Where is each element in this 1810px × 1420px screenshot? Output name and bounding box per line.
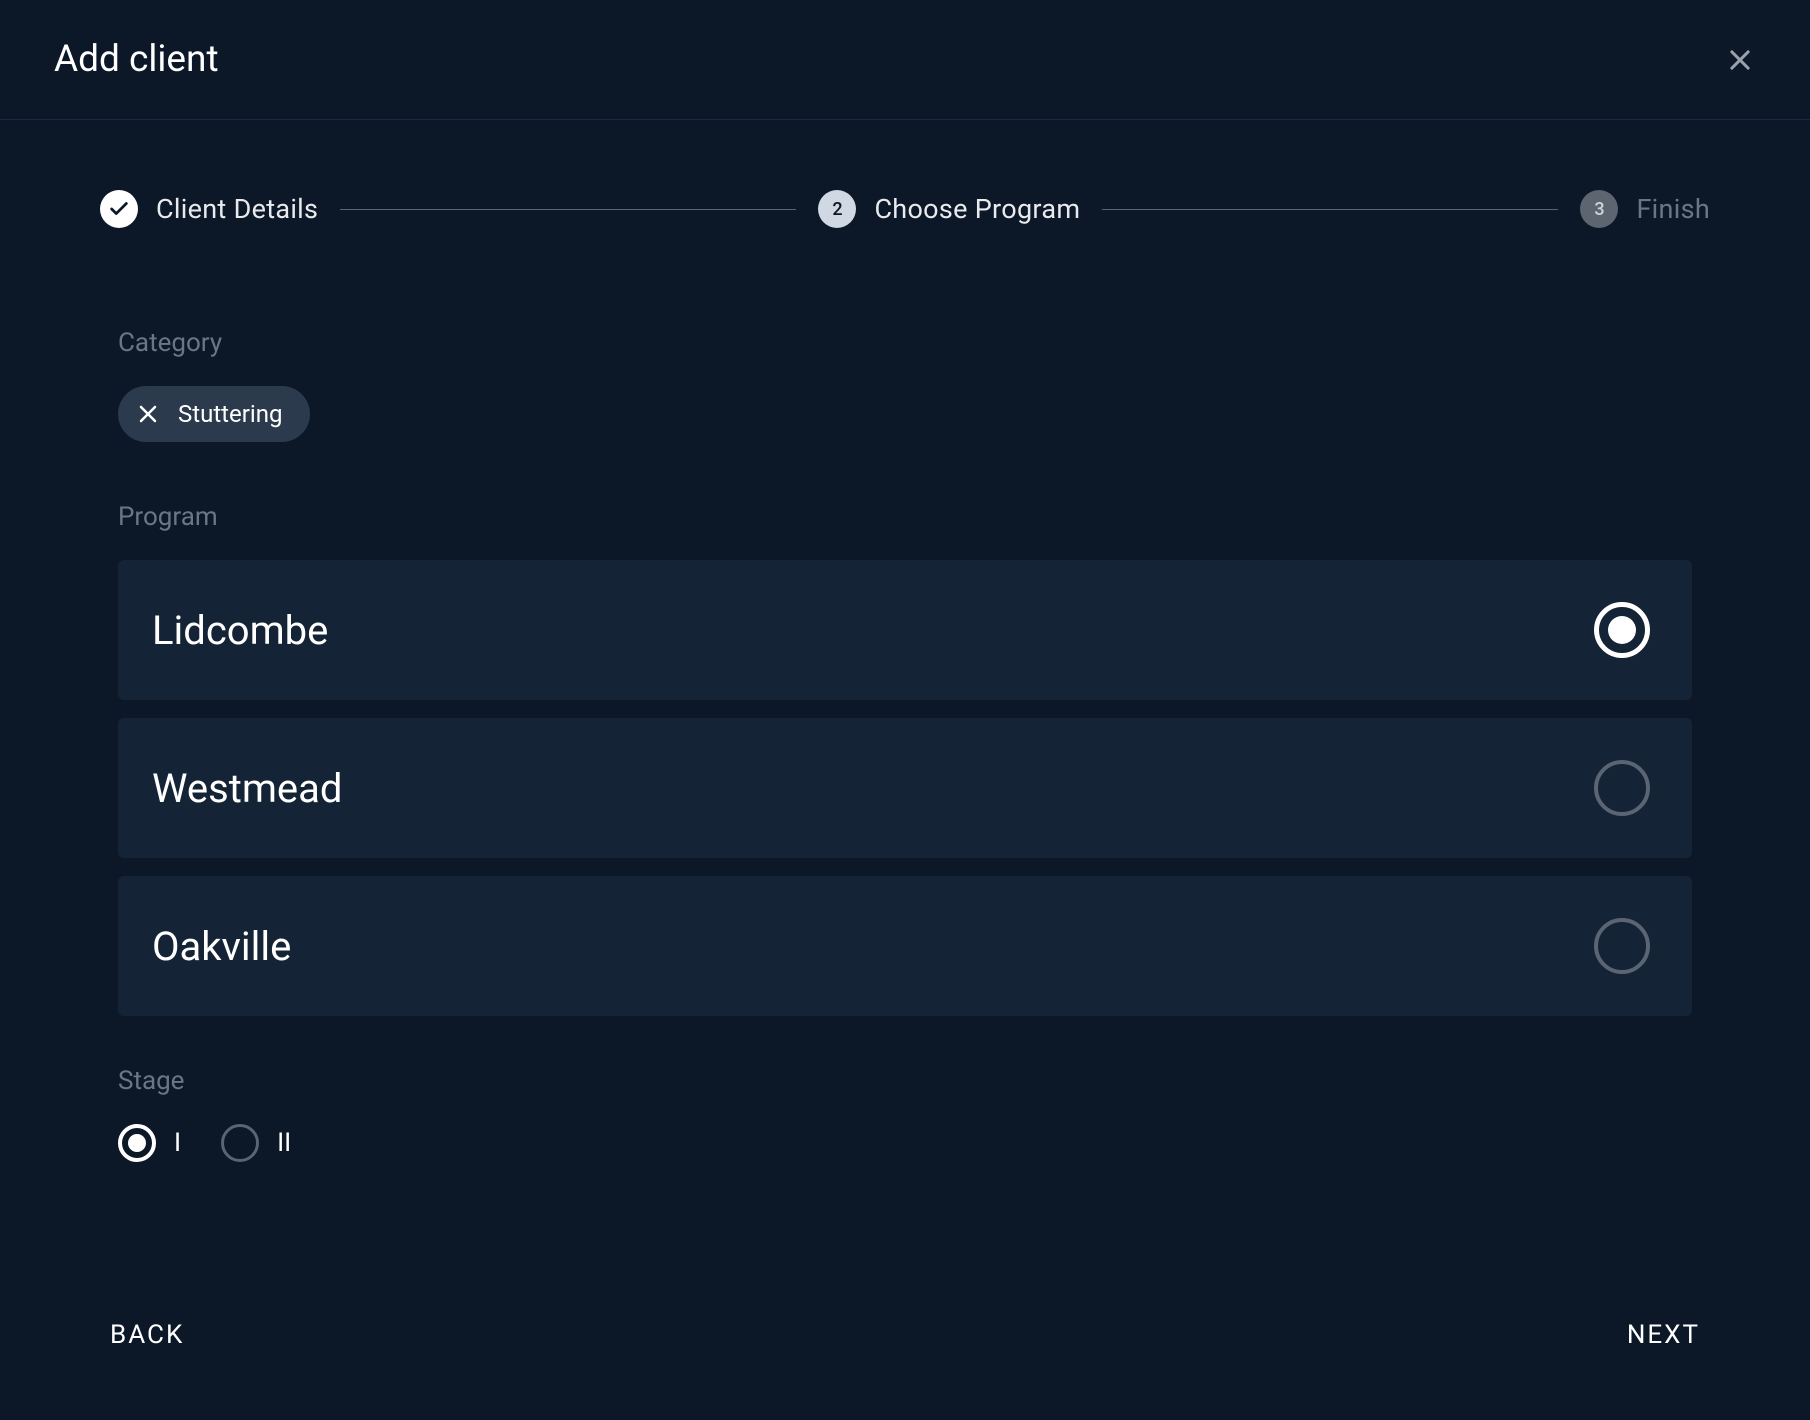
stage-option-two[interactable]: II <box>221 1124 291 1162</box>
close-button[interactable] <box>1720 40 1760 80</box>
radio-unselected-icon <box>1594 760 1650 816</box>
modal-footer: BACK NEXT <box>0 1280 1810 1420</box>
radio-selected-icon <box>118 1124 156 1162</box>
step-label: Finish <box>1636 193 1710 225</box>
add-client-modal: Add client Client Details 2 Choose Progr… <box>0 0 1810 1420</box>
step-connector <box>1102 209 1558 210</box>
chip-remove-button[interactable] <box>136 402 160 426</box>
step-label: Choose Program <box>874 193 1080 225</box>
program-option-oakville[interactable]: Oakville <box>118 876 1692 1016</box>
close-icon <box>136 402 160 426</box>
category-chip[interactable]: Stuttering <box>118 386 310 442</box>
modal-body: Client Details 2 Choose Program 3 Finish… <box>0 120 1810 1280</box>
program-name: Lidcombe <box>152 607 328 654</box>
step-circle-pending: 3 <box>1580 190 1618 228</box>
close-icon <box>1726 46 1754 74</box>
step-label: Client Details <box>156 193 318 225</box>
chip-label: Stuttering <box>178 400 282 428</box>
program-name: Westmead <box>152 765 342 812</box>
check-icon <box>108 198 130 220</box>
radio-unselected-icon <box>221 1124 259 1162</box>
program-option-lidcombe[interactable]: Lidcombe <box>118 560 1692 700</box>
radio-selected-icon <box>1594 602 1650 658</box>
step-connector <box>340 209 796 210</box>
stage-label: Stage <box>118 1066 1692 1096</box>
program-label: Program <box>118 502 1692 532</box>
step-finish[interactable]: 3 Finish <box>1580 190 1710 228</box>
stage-section: Stage I II <box>118 1066 1692 1162</box>
program-list: Lidcombe Westmead Oakville <box>118 560 1692 1016</box>
category-label: Category <box>118 328 1692 358</box>
step-choose-program[interactable]: 2 Choose Program <box>818 190 1080 228</box>
stage-text: I <box>174 1128 181 1158</box>
program-name: Oakville <box>152 923 291 970</box>
modal-header: Add client <box>0 0 1810 120</box>
radio-unselected-icon <box>1594 918 1650 974</box>
stage-text: II <box>277 1128 291 1158</box>
modal-title: Add client <box>54 38 219 81</box>
form-content: Category Stuttering Program Lidcombe Wes <box>100 328 1710 1240</box>
program-option-westmead[interactable]: Westmead <box>118 718 1692 858</box>
back-button[interactable]: BACK <box>110 1320 184 1350</box>
step-circle-active: 2 <box>818 190 856 228</box>
stepper: Client Details 2 Choose Program 3 Finish <box>100 190 1710 228</box>
stage-option-one[interactable]: I <box>118 1124 181 1162</box>
step-client-details[interactable]: Client Details <box>100 190 318 228</box>
stage-options: I II <box>118 1124 1692 1162</box>
step-circle-completed <box>100 190 138 228</box>
next-button[interactable]: NEXT <box>1627 1320 1700 1350</box>
